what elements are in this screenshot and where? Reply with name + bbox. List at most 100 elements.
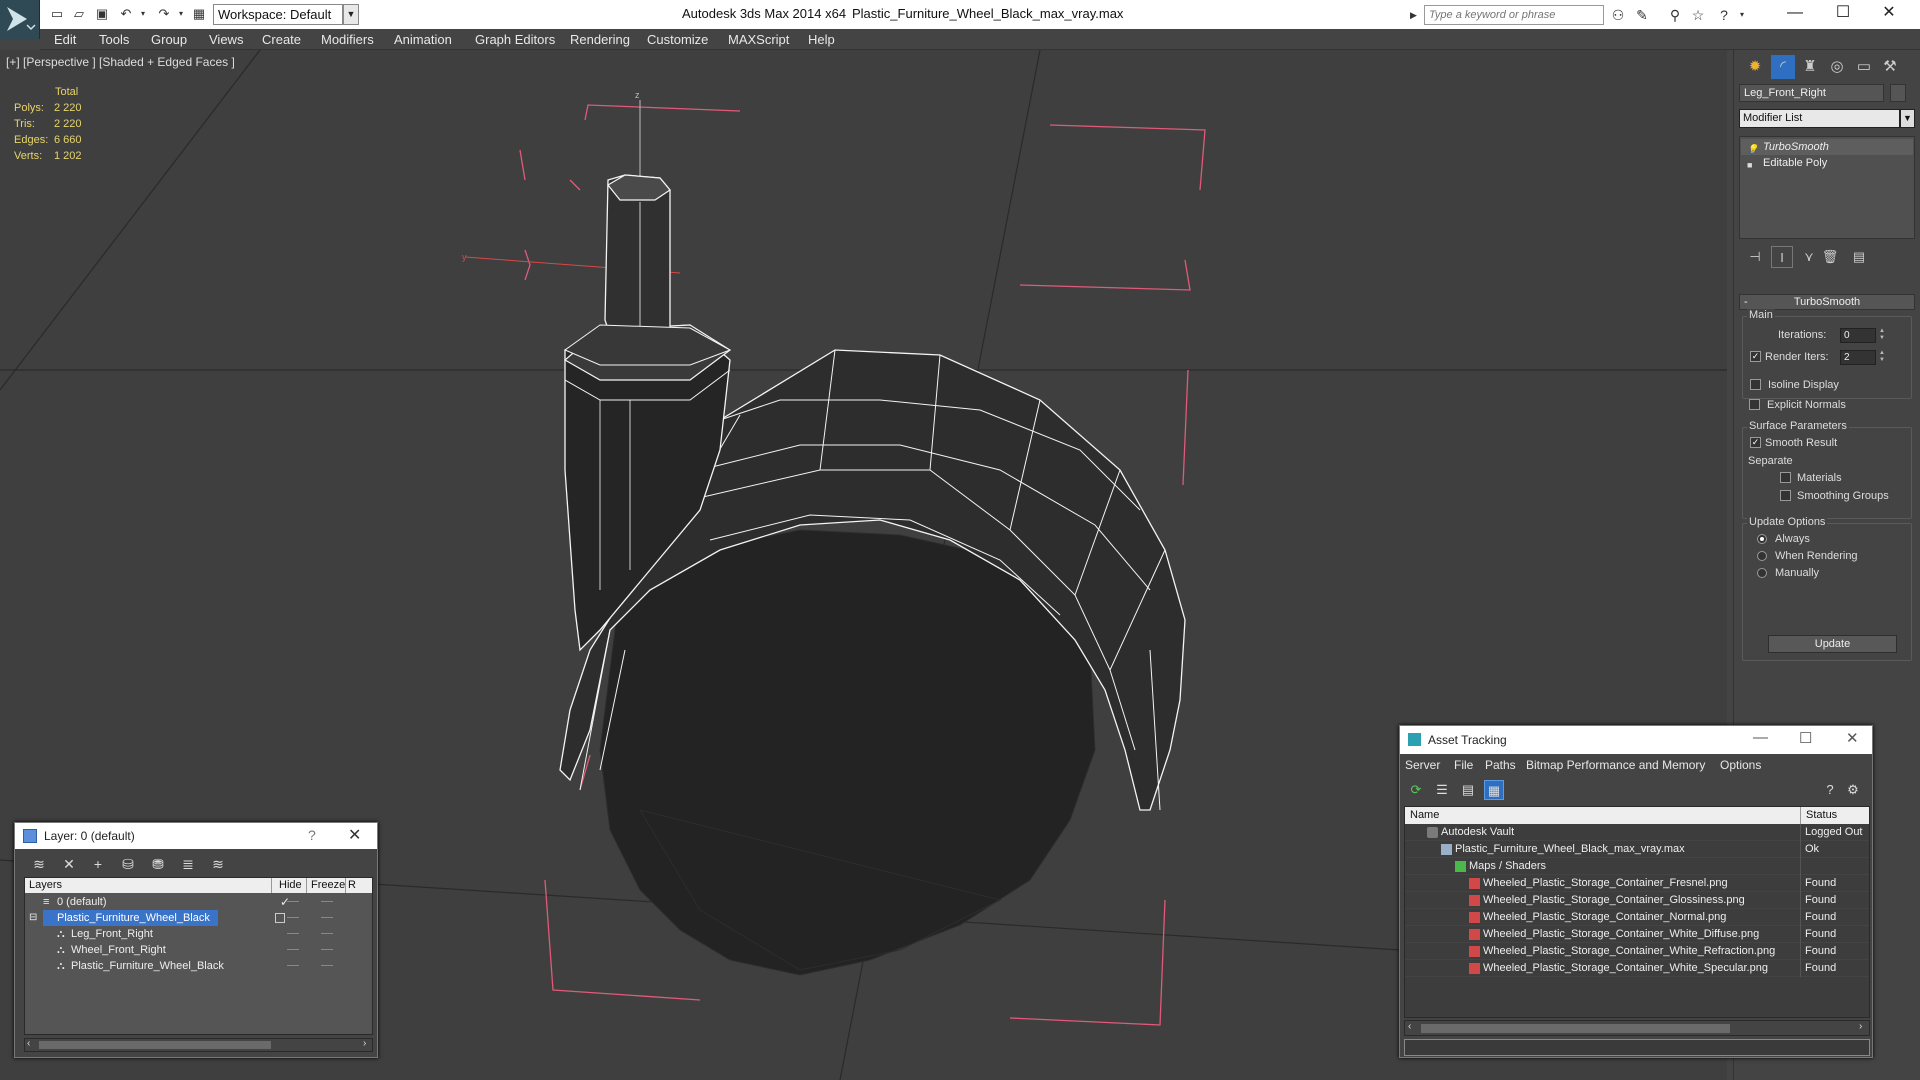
layer-horizontal-scrollbar[interactable]: ‹ › — [24, 1038, 373, 1052]
menu-tools[interactable]: Tools — [99, 32, 129, 47]
create-layer-icon[interactable]: ≋ — [28, 854, 50, 874]
favorites-star-icon[interactable]: ☆ — [1688, 5, 1708, 25]
collapse-icon[interactable]: - — [1744, 295, 1748, 309]
menu-help[interactable]: Help — [808, 32, 835, 47]
asset-menu-server[interactable]: Server — [1405, 758, 1440, 772]
highlight-layer-icon[interactable]: ⛃ — [147, 854, 169, 874]
minimize-button[interactable]: — — [1772, 0, 1818, 26]
asset-row-max-file[interactable]: Plastic_Furniture_Wheel_Black_max_vray.m… — [1405, 841, 1869, 858]
asset-menu-paths[interactable]: Paths — [1485, 758, 1516, 772]
asset-scroll-thumb[interactable] — [1421, 1024, 1730, 1033]
hierarchy-tab-icon[interactable]: ♜ — [1798, 55, 1822, 79]
make-unique-icon[interactable]: ⋎ — [1798, 246, 1820, 268]
add-to-layer-icon[interactable]: + — [87, 854, 109, 874]
layer-row-wheel-black-object[interactable]: ⛬ Plastic_Furniture_Wheel_Black — [25, 958, 372, 974]
asset-minimize-button[interactable]: — — [1753, 729, 1768, 746]
asset-row-maps-shaders[interactable]: Maps / Shaders — [1405, 858, 1869, 875]
asset-close-button[interactable]: ✕ — [1846, 729, 1859, 747]
save-file-icon[interactable]: ▣ — [93, 5, 111, 23]
asset-row-refraction[interactable]: Wheeled_Plastic_Storage_Container_White_… — [1405, 943, 1869, 960]
asset-menu-bitmap[interactable]: Bitmap Performance and Memory — [1526, 758, 1705, 772]
asset-row-diffuse[interactable]: Wheeled_Plastic_Storage_Container_White_… — [1405, 926, 1869, 943]
layer-row-default[interactable]: ≡ 0 (default) ✓ — [25, 894, 372, 910]
object-name-field[interactable]: Leg_Front_Right — [1739, 84, 1884, 102]
smoothing-groups-checkbox[interactable] — [1780, 490, 1791, 501]
expand-plus-icon[interactable]: ■ — [1747, 157, 1752, 173]
menu-create[interactable]: Create — [262, 32, 301, 47]
open-file-icon[interactable]: ▱ — [70, 5, 88, 23]
scroll-right-icon[interactable]: › — [363, 1038, 366, 1049]
asset-row-vault[interactable]: Autodesk Vault Logged Out — [1405, 824, 1869, 841]
freeze-all-layers-icon[interactable]: ≋ — [207, 854, 229, 874]
list-view-icon[interactable]: ☰ — [1432, 780, 1452, 800]
menu-customize[interactable]: Customize — [647, 32, 708, 47]
table-view-icon[interactable]: ▦ — [1484, 780, 1504, 800]
stack-item-editable-poly[interactable]: ■ Editable Poly — [1741, 155, 1913, 171]
search-input[interactable] — [1424, 5, 1604, 25]
redo-dropdown-icon[interactable]: ▾ — [172, 5, 190, 23]
menu-graph-editors[interactable]: Graph Editors — [475, 32, 555, 47]
layer-help-button[interactable]: ? — [308, 827, 316, 843]
layer-row-wheel-front-right[interactable]: ⛬ Wheel_Front_Right — [25, 942, 372, 958]
scroll-left-icon[interactable]: ‹ — [1408, 1021, 1411, 1032]
menu-edit[interactable]: Edit — [54, 32, 76, 47]
when-rendering-radio[interactable] — [1757, 551, 1767, 561]
delete-layer-icon[interactable]: ✕ — [58, 854, 80, 874]
help-icon[interactable]: ? — [1714, 5, 1734, 25]
modifier-list-dropdown[interactable]: Modifier List — [1739, 109, 1900, 128]
select-in-layer-icon[interactable]: ⛁ — [117, 854, 139, 874]
undo-icon[interactable]: ↶ — [117, 5, 135, 23]
col-freeze[interactable]: Freeze — [311, 879, 345, 891]
explicit-normals-checkbox[interactable] — [1749, 399, 1760, 410]
refresh-icon[interactable]: ⟳ — [1406, 780, 1426, 800]
search-expand-icon[interactable]: ▶ — [1410, 6, 1422, 25]
asset-row-normal[interactable]: Wheeled_Plastic_Storage_Container_Normal… — [1405, 909, 1869, 926]
help-dropdown-icon[interactable]: ▾ — [1732, 5, 1752, 25]
workspace-dropdown[interactable]: Workspace: Default — [213, 4, 343, 25]
asset-settings-icon[interactable]: ⚙ — [1843, 780, 1863, 800]
hide-all-layers-icon[interactable]: ≣ — [177, 854, 199, 874]
project-folder-icon[interactable]: ▦ — [190, 5, 208, 23]
layer-row-wheel-black[interactable]: ⊟ Plastic_Furniture_Wheel_Black — [25, 910, 372, 926]
remove-modifier-icon[interactable]: 🗑 — [1819, 246, 1841, 268]
smooth-result-checkbox[interactable]: ✓ — [1750, 437, 1761, 448]
menu-animation[interactable]: Animation — [394, 32, 452, 47]
expand-minus-icon[interactable]: ⊟ — [29, 910, 37, 926]
thumbnail-view-icon[interactable]: ▤ — [1458, 780, 1478, 800]
maximize-button[interactable]: ☐ — [1820, 0, 1866, 26]
turbosmooth-rollout-header[interactable]: - TurboSmooth — [1739, 294, 1915, 310]
materials-checkbox[interactable] — [1780, 472, 1791, 483]
pin-stack-icon[interactable]: ⊣ — [1744, 246, 1766, 268]
asset-menu-options[interactable]: Options — [1720, 758, 1761, 772]
col-render[interactable]: R — [348, 879, 356, 891]
subscription-icon[interactable]: ✎ — [1632, 5, 1652, 25]
isoline-display-checkbox[interactable] — [1750, 379, 1761, 390]
workspace-dropdown-arrow-icon[interactable]: ▼ — [343, 4, 359, 25]
set-current-layer-box[interactable] — [275, 913, 285, 923]
render-iters-spinner[interactable]: 2 — [1840, 350, 1876, 365]
modifier-list-arrow-icon[interactable]: ▼ — [1900, 109, 1915, 128]
display-tab-icon[interactable]: ▭ — [1852, 55, 1876, 79]
binoculars-icon[interactable]: ⚇ — [1608, 5, 1628, 25]
update-button[interactable]: Update — [1768, 635, 1897, 653]
app-logo-icon[interactable] — [0, 0, 40, 39]
create-tab-icon[interactable]: ✹ — [1743, 55, 1767, 79]
asset-maximize-button[interactable]: ☐ — [1799, 729, 1812, 747]
asset-menu-file[interactable]: File — [1454, 758, 1473, 772]
show-end-result-icon[interactable]: I — [1771, 246, 1793, 268]
col-hide[interactable]: Hide — [279, 879, 302, 891]
manually-radio[interactable] — [1757, 568, 1767, 578]
asset-horizontal-scrollbar[interactable]: ‹ › — [1404, 1020, 1870, 1036]
layer-scroll-thumb[interactable] — [39, 1041, 271, 1049]
scroll-left-icon[interactable]: ‹ — [27, 1038, 30, 1049]
asset-path-field[interactable] — [1404, 1039, 1870, 1056]
menu-views[interactable]: Views — [209, 32, 243, 47]
asset-row-glossiness[interactable]: Wheeled_Plastic_Storage_Container_Glossi… — [1405, 892, 1869, 909]
col-name[interactable]: Name — [1410, 809, 1439, 821]
layer-close-button[interactable]: ✕ — [348, 825, 361, 845]
motion-tab-icon[interactable]: ◎ — [1825, 55, 1849, 79]
menu-maxscript[interactable]: MAXScript — [728, 32, 789, 47]
render-iters-spinner-arrows-icon[interactable]: ▲ ▼ — [1878, 350, 1886, 365]
undo-dropdown-icon[interactable]: ▾ — [134, 5, 152, 23]
scroll-right-icon[interactable]: › — [1859, 1021, 1862, 1032]
